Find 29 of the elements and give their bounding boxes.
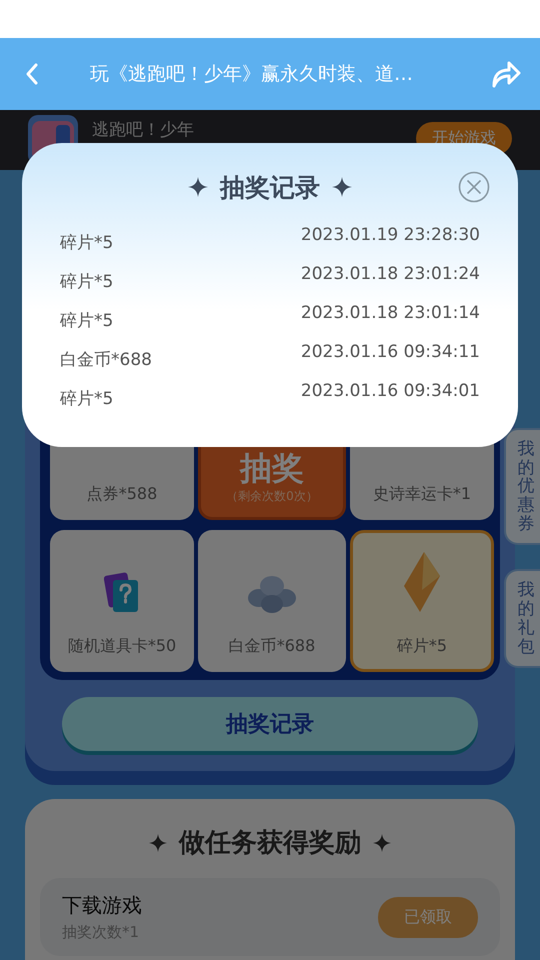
record-prize: 碎片*5 xyxy=(60,388,114,411)
sparkle-icon xyxy=(373,834,391,852)
draw-record-button[interactable]: 抽奖记录 xyxy=(62,697,478,751)
share-icon[interactable] xyxy=(490,59,522,89)
sparkle-icon xyxy=(149,834,167,852)
record-prize: 白金币*688 xyxy=(60,349,152,372)
side-tab[interactable]: 我的礼包 xyxy=(504,569,540,668)
prize-tile: 碎片*5 xyxy=(350,530,494,672)
sparkle-icon xyxy=(332,177,352,197)
record-prize: 碎片*5 xyxy=(60,232,114,255)
task-name: 下载游戏 xyxy=(62,892,142,919)
section-title: 做任务获得奖励 xyxy=(179,827,361,860)
record-time: 2023.01.18 23:01:24 xyxy=(300,264,480,286)
side-tab[interactable]: 我的优惠券 xyxy=(504,428,540,546)
prize-tile: 白金币*688 xyxy=(198,530,346,672)
record-prize: 碎片*5 xyxy=(60,271,114,294)
prize-tile: 随机道具卡*50 xyxy=(50,530,194,672)
back-icon[interactable] xyxy=(24,62,40,86)
record-time: 2023.01.16 09:34:11 xyxy=(300,342,480,364)
question-card-icon xyxy=(104,572,140,614)
game-name: 逃跑吧！少年 xyxy=(92,119,195,141)
sparkle-icon xyxy=(188,177,208,197)
close-icon[interactable] xyxy=(458,171,490,203)
dialog-title: 抽奖记录 xyxy=(220,172,320,204)
page-title: 玩《逃跑吧！少年》赢永久时装、道… xyxy=(90,62,414,87)
record-prize: 碎片*5 xyxy=(60,310,114,333)
shard-icon xyxy=(402,550,442,614)
record-time: 2023.01.18 23:01:14 xyxy=(300,303,480,325)
record-time: 2023.01.19 23:28:30 xyxy=(300,225,480,247)
